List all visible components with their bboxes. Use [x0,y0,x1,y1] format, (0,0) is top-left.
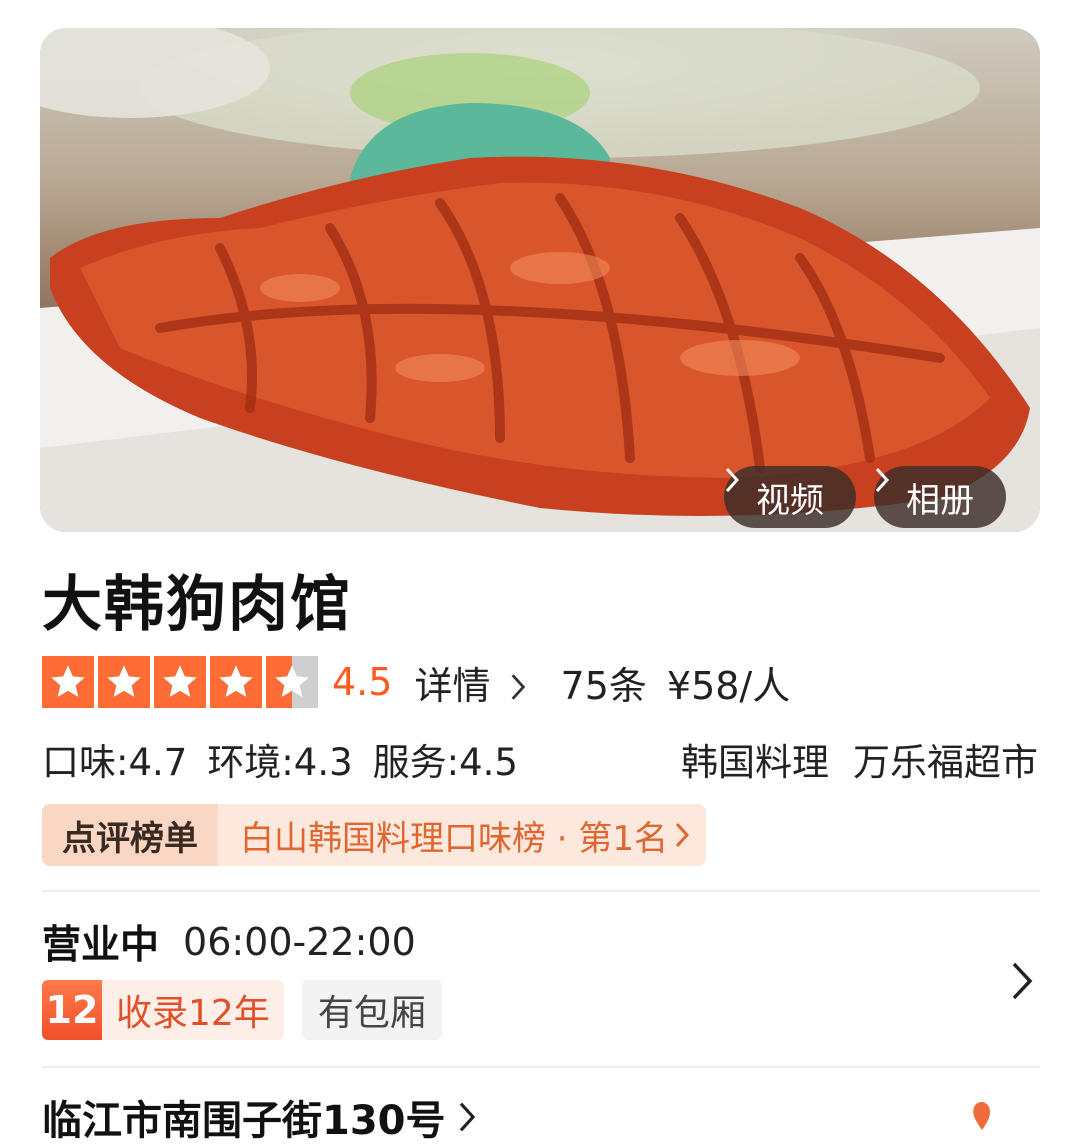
album-button[interactable]: 相册 [874,466,1006,528]
ranking-text: 白山韩国料理口味榜 · 第1名 [240,818,669,859]
album-button-label: 相册 [906,480,974,521]
rating-row[interactable]: 4.5 详情 75条 ¥58/人 [42,656,790,708]
chevron-right-icon [675,822,690,848]
details-link[interactable]: 详情 [414,655,526,710]
star-rating [42,656,318,708]
ranking-text-wrap: 白山韩国料理口味榜 · 第1名 [218,804,707,866]
divider [42,890,1040,892]
sub-scores-row: 口味:4.7 环境:4.3 服务:4.5 韩国料理 万乐福超市 [42,732,1042,784]
years-badge: 12 [42,980,102,1040]
star-icon [98,656,150,708]
chevron-right-icon[interactable] [1004,956,1040,1006]
address-link[interactable]: 临江市南围子街130号 [42,1088,478,1146]
taste-score: 口味:4.7 [42,741,188,784]
review-count: 75条 [560,663,647,708]
rating-score: 4.5 [332,660,393,704]
area-label[interactable]: 万乐福超市 [853,741,1038,784]
years-text: 收录12年 [116,993,270,1034]
hours-time: 06:00-22:00 [183,920,416,964]
video-button[interactable]: 视频 [724,466,856,528]
ranking-banner[interactable]: 点评榜单 白山韩国料理口味榜 · 第1名 [42,804,707,866]
hero-photo[interactable]: 视频 相册 [40,28,1040,532]
cuisine-category[interactable]: 韩国料理 [681,741,829,784]
private-room-tag: 有包厢 [301,980,442,1040]
details-label: 详情 [414,663,491,708]
environment-score: 环境:4.3 [207,741,353,784]
business-hours[interactable]: 营业中 06:00-22:00 [42,914,416,970]
map-pin-icon[interactable] [962,1098,1002,1138]
chevron-right-icon [459,1102,475,1132]
chevron-right-icon [511,673,525,700]
chevron-right-icon [725,467,740,493]
ranking-label: 点评榜单 [42,804,218,866]
price-per-person: ¥58/人 [666,663,791,708]
video-button-label: 视频 [756,480,824,521]
chevron-right-icon [875,467,890,493]
dish-illustration [40,28,1040,532]
open-status: 营业中 [42,923,160,968]
half-star-icon [266,656,318,708]
years-listed-tag: 12 收录12年 [42,980,284,1040]
shop-name: 大韩狗肉馆 [42,570,352,640]
star-icon [154,656,206,708]
address-text: 临江市南围子街130号 [42,1098,446,1144]
star-icon [210,656,262,708]
service-score: 服务:4.5 [372,741,518,784]
star-icon [42,656,94,708]
tags-row: 12 收录12年 有包厢 [42,980,442,1040]
divider [42,1066,1040,1068]
